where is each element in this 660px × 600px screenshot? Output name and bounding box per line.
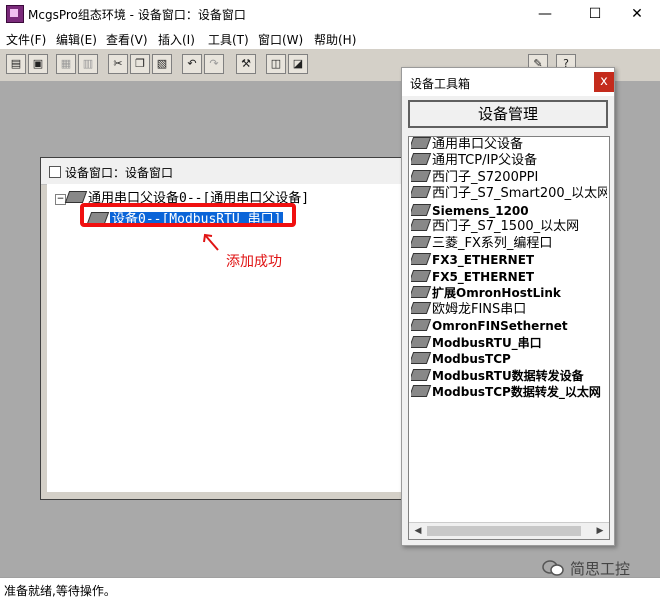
wechat-icon [542,560,564,576]
list-item[interactable]: 西门子_S7_1500_以太网 [411,219,607,235]
device-icon [411,336,432,348]
device-icon [411,204,432,216]
device-icon [411,319,432,331]
list-item[interactable]: ModbusRTU_串口 [411,335,607,351]
tree-expander-icon[interactable]: − [55,194,66,205]
redo-icon[interactable]: ↷ [204,54,224,74]
maximize-button[interactable]: ☐ [572,0,618,28]
list-item[interactable]: ModbusTCP数据转发_以太网 [411,384,607,400]
tools-icon[interactable]: ⚒ [236,54,256,74]
menu-edit[interactable]: 编辑(E) [56,31,97,48]
list-item[interactable]: 通用TCP/IP父设备 [411,153,607,169]
device-list: 通用串口父设备 通用TCP/IP父设备 西门子_S7200PPI 西门子_S7_… [408,136,610,540]
list-item[interactable]: ModbusRTU数据转发设备 [411,368,607,384]
new-icon[interactable]: ▤ [6,54,26,74]
toolbox-title: 设备工具箱 [410,77,471,91]
toolbox-titlebar[interactable]: 设备工具箱 x [402,68,614,96]
status-bar: 准备就绪,等待操作。 [0,577,660,600]
menu-window[interactable]: 窗口(W) [258,31,303,48]
device-window-title: 设备窗口：设备窗口 [65,166,174,180]
device-window-titlebar[interactable]: 设备窗口：设备窗口 [41,158,414,185]
horizontal-scrollbar[interactable]: ◀ ▶ [409,522,609,539]
device-icon [411,153,432,165]
device-icon [411,186,432,198]
menu-file[interactable]: 文件(F) [6,31,46,48]
window-icon [49,166,61,178]
window-title: McgsPro组态环境 - 设备窗口：设备窗口 [28,8,246,22]
device-icon [64,191,88,203]
copy-icon[interactable]: ❐ [130,54,150,74]
device-icon [411,137,432,149]
device-tree: − 通用串口父设备0--[通用串口父设备] 设备0--[ModbusRTU_串口… [47,184,409,492]
list-item[interactable]: ModbusTCP [411,351,607,367]
menu-insert[interactable]: 插入(I) [158,31,195,48]
scroll-right-icon[interactable]: ▶ [593,524,607,538]
device-icon [411,369,432,381]
cut-icon[interactable]: ✂ [108,54,128,74]
menu-view[interactable]: 查看(V) [106,31,148,48]
app-icon [6,5,24,23]
undo-icon[interactable]: ↶ [182,54,202,74]
device-config-icon[interactable]: ◪ [288,54,308,74]
list-item[interactable]: 西门子_S7200PPI [411,170,607,186]
highlight-box [80,203,296,227]
device-icon [411,286,432,298]
device-manage-button[interactable]: 设备管理 [408,100,608,128]
close-button[interactable]: ✕ [614,0,660,28]
paste-icon[interactable]: ▧ [152,54,172,74]
list-item[interactable]: 西门子_S7_Smart200_以太网 [411,186,607,202]
device-icon [411,302,432,314]
print-icon[interactable]: ▦ [56,54,76,74]
annotation-text: 添加成功 [226,254,282,270]
scroll-left-icon[interactable]: ◀ [411,524,425,538]
watermark-text: 简思工控 [570,560,631,578]
annotation-arrow-icon [203,233,219,251]
toolbox-close-button[interactable]: x [594,72,614,92]
menu-tools[interactable]: 工具(T) [208,31,249,48]
device-toolbox: 设备工具箱 x 设备管理 通用串口父设备 通用TCP/IP父设备 西门子_S72… [401,67,615,546]
device-icon [411,170,432,182]
scroll-thumb[interactable] [427,526,581,536]
minimize-button[interactable]: — [522,0,568,28]
save-icon[interactable]: ▣ [28,54,48,74]
device-icon [411,236,432,248]
device-icon[interactable]: ◫ [266,54,286,74]
menu-bar: 文件(F) 编辑(E) 查看(V) 插入(I) 工具(T) 窗口(W) 帮助(H… [0,28,660,48]
list-item[interactable]: 扩展OmronHostLink [411,285,607,301]
print-preview-icon[interactable]: ▥ [78,54,98,74]
list-item[interactable]: Siemens_1200 [411,203,607,219]
device-icon [411,253,432,265]
device-icon [411,352,432,364]
menu-help[interactable]: 帮助(H) [314,31,356,48]
device-icon [411,385,432,397]
list-item[interactable]: FX5_ETHERNET [411,269,607,285]
list-item[interactable]: OmronFINSethernet [411,318,607,334]
list-item[interactable]: 通用串口父设备 [411,137,607,153]
device-icon [411,270,432,282]
device-icon [411,219,432,231]
list-item[interactable]: 欧姆龙FINS串口 [411,302,607,318]
list-item[interactable]: FX3_ETHERNET [411,252,607,268]
status-text: 准备就绪,等待操作。 [4,584,116,598]
list-item[interactable]: 三菱_FX系列_编程口 [411,236,607,252]
title-bar: McgsPro组态环境 - 设备窗口：设备窗口 — ☐ ✕ [0,0,660,28]
